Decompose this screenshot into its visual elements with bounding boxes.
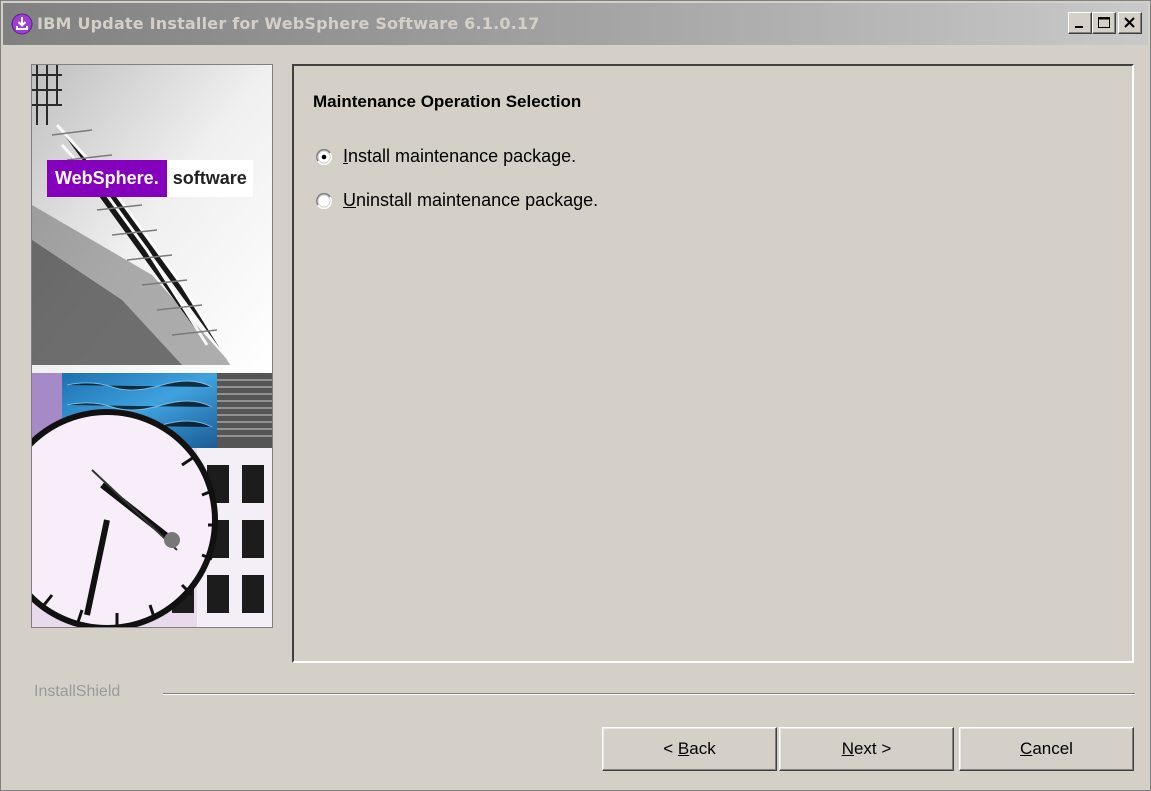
websphere-logo-software: software (166, 160, 253, 197)
close-button[interactable] (1118, 12, 1142, 34)
footer-separator (163, 693, 1135, 695)
uninstall-option-label: Uninstall maintenance package. (343, 190, 599, 210)
window-title: IBM Update Installer for WebSphere Softw… (37, 14, 540, 33)
minimize-button[interactable] (1068, 12, 1092, 34)
install-option[interactable]: Install maintenance package. (316, 146, 576, 167)
download-installer-icon (11, 13, 33, 35)
next-button[interactable]: Next > (779, 727, 954, 771)
installshield-label: InstallShield (34, 683, 121, 700)
websphere-logo-highlight: WebSphere. (47, 160, 167, 197)
close-icon (1124, 17, 1135, 28)
uninstall-radio-button[interactable] (316, 192, 332, 209)
title-bar[interactable]: IBM Update Installer for WebSphere Softw… (3, 3, 1148, 45)
installer-window: IBM Update Installer for WebSphere Softw… (0, 0, 1151, 791)
minimize-icon (1075, 26, 1083, 28)
websphere-logo: WebSphere. software (47, 160, 253, 197)
content-panel: Maintenance Operation Selection Install … (292, 64, 1134, 663)
uninstall-option[interactable]: Uninstall maintenance package. (316, 190, 598, 211)
install-radio-button[interactable] (316, 148, 332, 165)
install-option-label: Install maintenance package. (343, 146, 577, 166)
cancel-button[interactable]: Cancel (959, 727, 1134, 771)
maximize-icon (1098, 17, 1110, 28)
websphere-banner-image: WebSphere. software (31, 64, 273, 628)
caption-buttons (1068, 12, 1142, 36)
panel-title: Maintenance Operation Selection (313, 92, 582, 111)
back-button[interactable]: < Back (602, 727, 777, 771)
maximize-button[interactable] (1092, 12, 1116, 34)
